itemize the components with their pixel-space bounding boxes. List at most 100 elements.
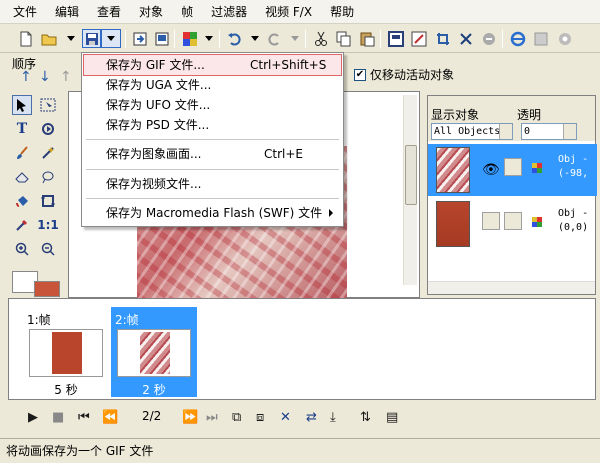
menu-separator xyxy=(86,198,339,199)
eraser-tool-icon[interactable] xyxy=(12,167,32,187)
browser-icon[interactable] xyxy=(508,29,527,48)
transfer-icon[interactable] xyxy=(479,29,498,48)
actual-size-icon[interactable]: 1:1 xyxy=(37,215,59,235)
fill-tool-icon[interactable] xyxy=(12,191,32,211)
arrow-up-icon[interactable]: ↑ xyxy=(20,69,32,85)
paste-icon[interactable] xyxy=(357,29,376,48)
crop-icon[interactable] xyxy=(433,29,452,48)
background-color-swatch[interactable] xyxy=(34,281,60,297)
color-icon xyxy=(532,217,542,227)
menu-edit[interactable]: 编辑 xyxy=(46,1,88,22)
help-icon[interactable] xyxy=(555,29,574,48)
save-as-menu: 保存为 GIF 文件... Ctrl+Shift+S 保存为 UGA 文件...… xyxy=(81,52,344,227)
visibility-box[interactable] xyxy=(482,212,500,230)
menu-help[interactable]: 帮助 xyxy=(321,1,363,22)
open-dropdown-icon[interactable] xyxy=(67,36,75,41)
insert-effect-icon[interactable]: ⤓ xyxy=(330,410,336,425)
menu-object[interactable]: 对象 xyxy=(130,1,172,22)
eye-icon[interactable]: 👁 xyxy=(482,162,500,178)
add-frame-icon[interactable]: ⧉ xyxy=(232,410,241,425)
arrow-top-icon[interactable]: ↑ xyxy=(60,69,72,85)
next-frame-icon[interactable]: ⏩ xyxy=(182,410,198,425)
undo-dropdown-icon[interactable] xyxy=(251,36,259,41)
new-icon[interactable] xyxy=(16,29,35,48)
spin-icon[interactable] xyxy=(563,124,576,139)
pointer-tool-icon[interactable] xyxy=(12,95,32,115)
frame-thumbnail xyxy=(117,329,191,377)
copy-icon[interactable] xyxy=(334,29,353,48)
sort-icon[interactable]: ⇅ xyxy=(360,410,371,425)
menu-video-fx[interactable]: 视频 F/X xyxy=(256,1,321,22)
import-icon[interactable] xyxy=(130,29,149,48)
duplicate-frame-icon[interactable]: ⧈ xyxy=(256,410,264,425)
lasso-tool-icon[interactable] xyxy=(38,167,58,187)
layer-row[interactable]: Obj - (0,0) xyxy=(428,198,597,250)
save-gif-item[interactable]: 保存为 GIF 文件... Ctrl+Shift+S xyxy=(83,54,342,76)
cut-icon[interactable] xyxy=(311,29,330,48)
zoom-in-icon[interactable] xyxy=(12,239,32,259)
frame-item[interactable]: 2:帧 2 秒 xyxy=(111,307,197,397)
save-uga-item[interactable]: 保存为 UGA 文件... xyxy=(84,75,341,95)
frame-item[interactable]: 1:帧 5 秒 xyxy=(23,307,109,397)
objects-panel: 显示对象 透明 All Objects 0 👁 Obj - (-98, Obj … xyxy=(427,95,597,295)
opacity-spinner[interactable]: 0 xyxy=(521,123,577,140)
save-image-item[interactable]: 保存为图象画面... Ctrl+E xyxy=(84,144,341,164)
save-swf-item[interactable]: 保存为 Macromedia Flash (SWF) 文件 xyxy=(84,203,341,223)
objects-horizontal-scrollbar[interactable] xyxy=(428,281,595,294)
layer-thumbnail xyxy=(436,147,470,193)
color-dropdown-icon[interactable] xyxy=(205,36,213,41)
lock-box[interactable] xyxy=(504,212,522,230)
page-indicator: 2/2 xyxy=(142,409,162,423)
save-uga-label: 保存为 UGA 文件... xyxy=(106,78,212,92)
select-tool-icon[interactable] xyxy=(38,95,58,115)
delete-frame-icon[interactable]: ✕ xyxy=(280,410,291,425)
menu-file[interactable]: 文件 xyxy=(4,1,46,22)
eyedropper-icon[interactable] xyxy=(12,215,32,235)
transition-icon[interactable]: ⇄ xyxy=(306,410,317,425)
menu-filter[interactable]: 过滤器 xyxy=(202,1,256,22)
undo-icon[interactable] xyxy=(225,29,244,48)
show-objects-select[interactable]: All Objects xyxy=(431,123,513,140)
save-icon[interactable] xyxy=(82,29,101,48)
stop-icon[interactable]: ■ xyxy=(52,410,64,425)
canvas-scroll-thumb[interactable] xyxy=(405,145,417,205)
save-image-label: 保存为图象画面... xyxy=(106,147,202,161)
last-frame-icon[interactable]: ⏭ xyxy=(206,410,218,425)
canvas-vertical-scrollbar[interactable] xyxy=(403,95,417,285)
frame-icon[interactable] xyxy=(386,29,405,48)
menu-view[interactable]: 查看 xyxy=(88,1,130,22)
move-active-option[interactable]: ✔ 仅移动活动对象 xyxy=(354,66,454,83)
color-icon[interactable] xyxy=(180,29,199,48)
redo-icon[interactable] xyxy=(264,29,283,48)
move-active-checkbox[interactable]: ✔ xyxy=(354,68,366,81)
brush-tool-icon[interactable] xyxy=(12,143,32,163)
move-active-label: 仅移动活动对象 xyxy=(370,68,455,82)
opacity-value: 0 xyxy=(524,126,531,137)
properties-icon[interactable]: ▤ xyxy=(386,410,398,425)
save-ufo-item[interactable]: 保存为 UFO 文件... xyxy=(84,95,341,115)
rotate-tool-icon[interactable] xyxy=(38,119,58,139)
first-frame-icon[interactable]: ⏮ xyxy=(78,410,90,425)
menu-frame[interactable]: 帧 xyxy=(172,1,202,22)
save-psd-item[interactable]: 保存为 PSD 文件... xyxy=(84,115,341,135)
effects-icon[interactable] xyxy=(456,29,475,48)
chevron-down-icon[interactable] xyxy=(499,124,512,139)
export-icon[interactable] xyxy=(152,29,171,48)
magic-wand-icon[interactable] xyxy=(38,143,58,163)
play-icon[interactable]: ▶ xyxy=(28,410,38,425)
arrow-down-icon[interactable]: ↓ xyxy=(39,69,51,85)
layer-row[interactable]: 👁 Obj - (-98, xyxy=(428,144,597,196)
lock-box[interactable] xyxy=(504,158,522,176)
save-video-item[interactable]: 保存为视频文件... xyxy=(84,174,341,194)
playback-bar: ▶ ■ ⏮ ⏪ ⏩ ⏭ ⧉ ⧈ ✕ ⇄ ⤓ ⇅ ▤ xyxy=(20,406,420,428)
redo-dropdown-icon[interactable] xyxy=(291,36,299,41)
resize-icon[interactable] xyxy=(409,29,428,48)
save-dropdown-icon[interactable] xyxy=(101,29,121,48)
save-psd-label: 保存为 PSD 文件... xyxy=(106,118,210,132)
open-icon[interactable] xyxy=(40,29,59,48)
zoom-out-icon[interactable] xyxy=(38,239,58,259)
menu-separator xyxy=(86,169,339,170)
previous-frame-icon[interactable]: ⏪ xyxy=(102,410,118,425)
text-tool-icon[interactable]: T xyxy=(12,119,32,139)
crop-tool-icon[interactable] xyxy=(38,191,58,211)
